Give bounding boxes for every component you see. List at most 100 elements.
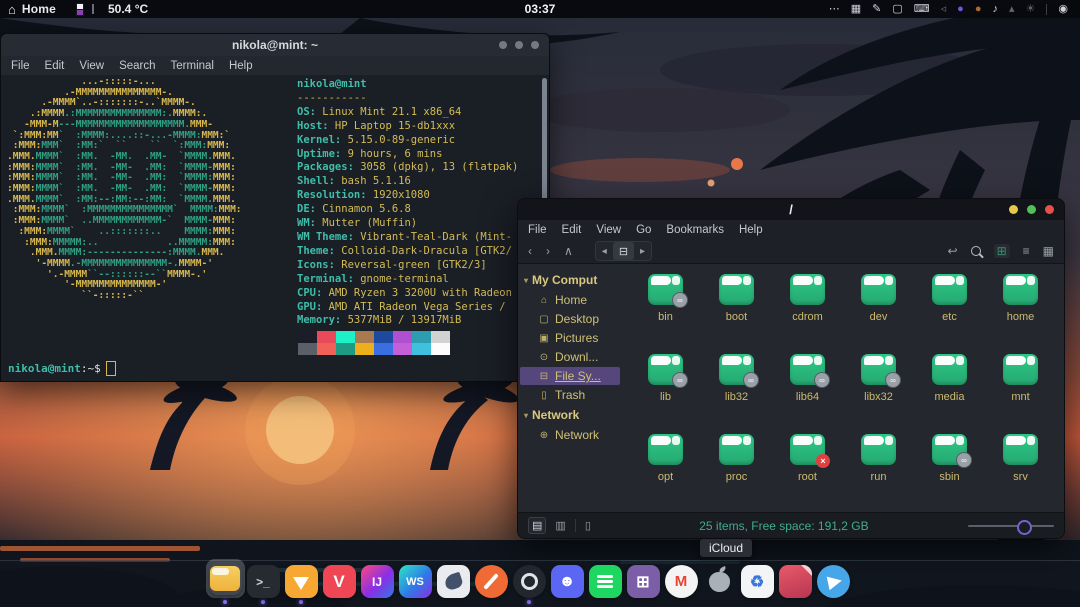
menu-item-view[interactable]: View <box>596 224 621 236</box>
menu-item-bookmarks[interactable]: Bookmarks <box>666 224 724 236</box>
menu-item-terminal[interactable]: Terminal <box>171 60 214 72</box>
path-prev-icon[interactable]: ◂ <box>596 242 613 260</box>
close-button[interactable] <box>1045 205 1054 214</box>
folder-item-libx32[interactable]: ∞libx32 <box>843 354 914 434</box>
menu-item-help[interactable]: Help <box>229 60 253 72</box>
maximize-button[interactable] <box>515 41 523 49</box>
folder-item-opt[interactable]: opt <box>630 434 701 514</box>
sidebar-item-label: Pictures <box>555 331 598 345</box>
up-button[interactable]: ∧ <box>564 245 573 257</box>
edit-icon[interactable]: ✎ <box>872 4 881 15</box>
dock-item-app-grid[interactable]: ⊞ <box>624 565 662 604</box>
dock-item-pen-app[interactable] <box>472 565 510 604</box>
wifi-icon[interactable]: ▴ <box>1009 4 1015 15</box>
music-icon[interactable]: ♪ <box>992 4 998 15</box>
overflow-icon[interactable]: ⋯ <box>829 4 840 15</box>
sidebar-item-desktop[interactable]: ▢Desktop <box>520 310 620 328</box>
folder-item-mnt[interactable]: mnt <box>985 354 1056 434</box>
folder-item-srv[interactable]: srv <box>985 434 1056 514</box>
user-icon[interactable]: ◉ <box>1058 4 1068 15</box>
folder-item-bin[interactable]: ∞bin <box>630 274 701 354</box>
palette-swatch <box>431 331 450 343</box>
sidebar-section-mycomput[interactable]: ▾My Comput <box>518 270 622 290</box>
toggle-location-bar-icon[interactable]: ↩ <box>948 245 958 257</box>
folder-item-run[interactable]: run <box>843 434 914 514</box>
list-view-button[interactable]: ≡ <box>1023 245 1030 257</box>
brave-tray-icon[interactable]: ● <box>975 4 982 15</box>
menu-item-help[interactable]: Help <box>739 224 763 236</box>
menu-item-go[interactable]: Go <box>636 224 651 236</box>
home-menu-button[interactable]: Home <box>22 2 56 16</box>
system-monitor-applet[interactable] <box>76 3 84 16</box>
dock-item-telegram[interactable] <box>814 565 852 604</box>
dock-item-vivaldi[interactable]: V <box>320 565 358 604</box>
folder-item-dev[interactable]: dev <box>843 274 914 354</box>
folder-item-boot[interactable]: boot <box>701 274 772 354</box>
grid-view-button[interactable]: ⊞ <box>994 244 1010 258</box>
folder-item-lib64[interactable]: ∞lib64 <box>772 354 843 434</box>
dock-item-icloud[interactable] <box>700 565 738 604</box>
folder-item-sbin[interactable]: ∞sbin <box>914 434 985 514</box>
dock-item-gmail[interactable]: M <box>662 565 700 604</box>
dock-item-webstorm[interactable]: WS <box>396 565 434 604</box>
sidebar-item-filesystem[interactable]: ⊟File Sy... <box>520 367 620 385</box>
menu-item-file[interactable]: File <box>11 60 30 72</box>
discord-tray-icon[interactable]: ● <box>957 4 964 15</box>
zoom-slider-knob[interactable] <box>1017 520 1032 535</box>
dock-item-books[interactable] <box>776 565 814 604</box>
dock: >_ VIJWS ☻ ⊞M ♻ <box>206 559 852 604</box>
menu-item-view[interactable]: View <box>79 60 104 72</box>
sidebar-item-home[interactable]: ⌂Home <box>520 291 620 309</box>
path-next-icon[interactable]: ▸ <box>634 242 651 260</box>
folder-item-media[interactable]: media <box>914 354 985 434</box>
folder-item-lib[interactable]: ∞lib <box>630 354 701 434</box>
dock-item-discord[interactable]: ☻ <box>548 565 586 604</box>
back-button[interactable]: ‹ <box>528 245 532 257</box>
file-manager-titlebar[interactable]: / <box>518 199 1064 220</box>
folder-item-etc[interactable]: etc <box>914 274 985 354</box>
temperature-readout[interactable]: 50.4 °C <box>108 2 148 16</box>
compact-view-button[interactable]: ▦ <box>1043 245 1054 257</box>
dock-item-steam[interactable] <box>510 565 548 604</box>
dock-item-brave[interactable] <box>282 565 320 604</box>
menu-item-edit[interactable]: Edit <box>562 224 582 236</box>
terminal-titlebar[interactable]: nikola@mint: ~ <box>1 34 549 56</box>
folder-label: sbin <box>939 471 959 483</box>
folder-item-proc[interactable]: proc <box>701 434 772 514</box>
notes-icon[interactable]: ▢ <box>892 4 902 15</box>
menu-item-search[interactable]: Search <box>119 60 155 72</box>
devices-button[interactable]: ▯ <box>585 519 591 532</box>
folder-item-lib32[interactable]: ∞lib32 <box>701 354 772 434</box>
telegram-tray-icon[interactable]: ◃ <box>941 4 947 15</box>
toggle-places-button[interactable]: ▤ <box>528 517 546 534</box>
drive-icon[interactable]: ⊟ <box>613 242 634 260</box>
menu-item-edit[interactable]: Edit <box>45 60 65 72</box>
sidebar-item-trash[interactable]: ▯Trash <box>520 386 620 404</box>
treeview-button[interactable]: ▥ <box>555 519 565 532</box>
dock-item-terminal[interactable]: >_ <box>244 565 282 604</box>
dock-item-spotify[interactable] <box>586 565 624 604</box>
zoom-slider[interactable] <box>968 525 1054 527</box>
redshift-icon[interactable]: ☀ <box>1026 4 1036 15</box>
close-button[interactable] <box>531 41 539 49</box>
file-manager-icon <box>209 562 242 595</box>
sidebar-item-downloads[interactable]: ⊙Downl... <box>520 348 620 366</box>
menu-item-file[interactable]: File <box>528 224 547 236</box>
sidebar-item-pictures[interactable]: ▣Pictures <box>520 329 620 347</box>
maximize-button[interactable] <box>1027 205 1036 214</box>
sidebar-item-network[interactable]: ⊕Network <box>520 426 620 444</box>
sidebar-section-network[interactable]: ▾Network <box>518 405 622 425</box>
keyboard-icon[interactable]: ⌨ <box>914 4 930 15</box>
minimize-button[interactable] <box>1009 205 1018 214</box>
forward-button[interactable]: › <box>546 245 550 257</box>
dock-item-intellij-idea[interactable]: IJ <box>358 565 396 604</box>
folder-item-root[interactable]: ×root <box>772 434 843 514</box>
folder-item-home[interactable]: home <box>985 274 1056 354</box>
search-icon[interactable] <box>971 246 981 256</box>
minimize-button[interactable] <box>499 41 507 49</box>
dock-item-trash[interactable]: ♻ <box>738 565 776 604</box>
dock-item-dolphin-app[interactable] <box>434 565 472 604</box>
app-grid-icon[interactable]: ▦ <box>851 4 861 15</box>
dock-item-file-manager[interactable] <box>206 559 244 604</box>
folder-item-cdrom[interactable]: cdrom <box>772 274 843 354</box>
